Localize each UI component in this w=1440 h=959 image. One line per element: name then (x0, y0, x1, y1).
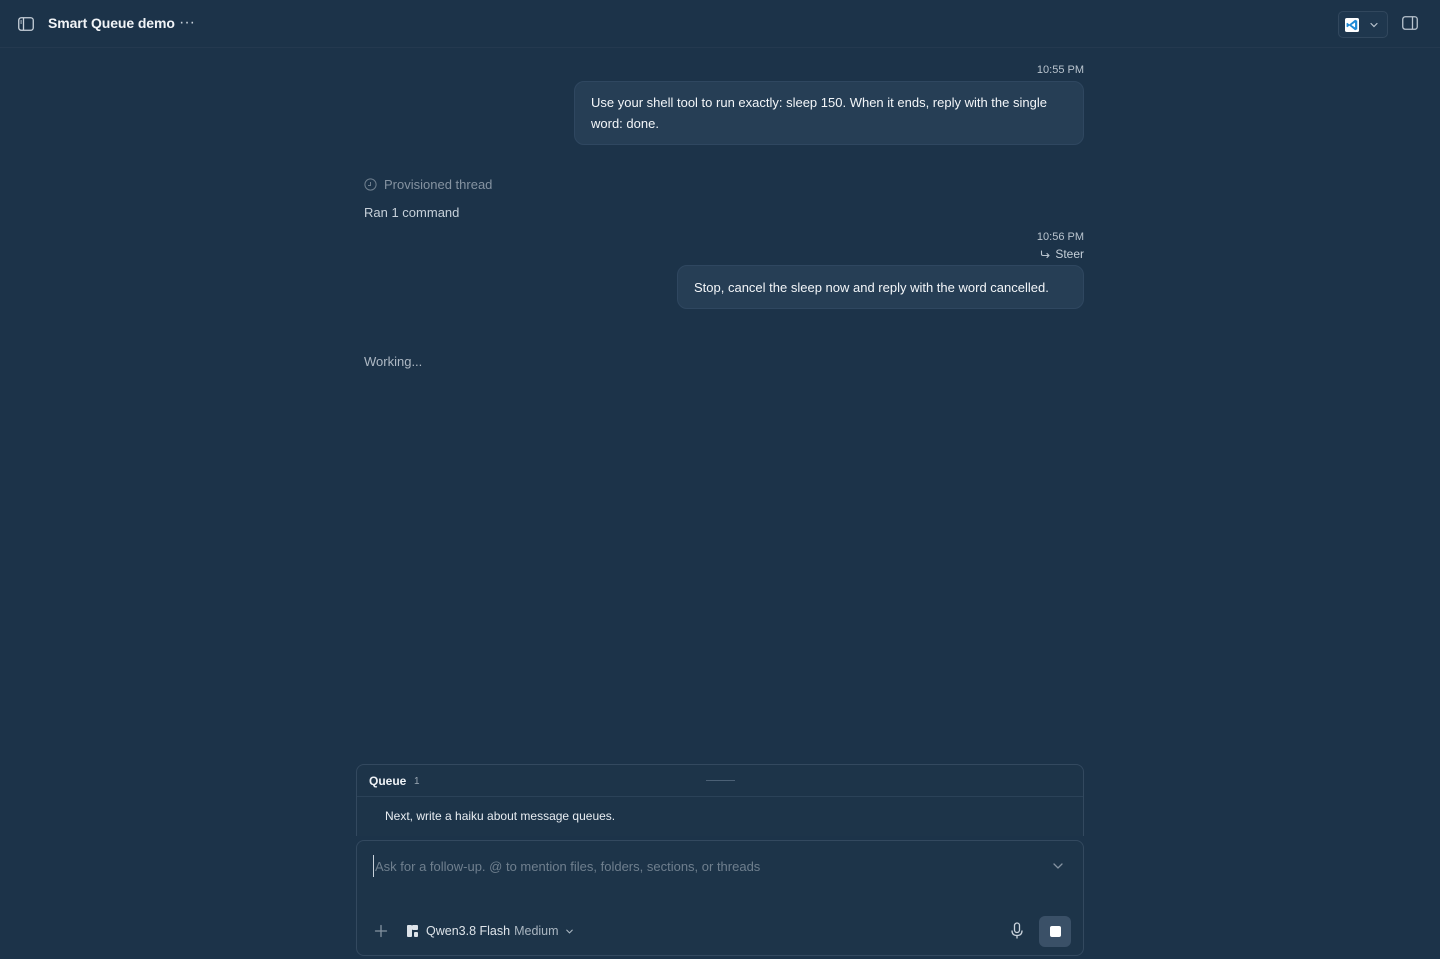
ran-commands-toggle[interactable]: Ran 1 command (364, 205, 459, 220)
follow-up-input[interactable] (373, 855, 1043, 877)
model-icon (407, 925, 418, 937)
message-timestamp: 10:56 PM (1036, 231, 1084, 243)
queue-title: Queue (369, 774, 407, 788)
stop-icon (1049, 926, 1061, 937)
queue-panel: Queue 1 Next, write a haiku about messag… (356, 764, 1084, 836)
title-bar: Smart Queue demo ··· (0, 0, 1440, 48)
queue-item[interactable]: Next, write a haiku about message queues… (357, 798, 1083, 836)
queue-item-text: Next, write a haiku about message queues… (385, 809, 616, 823)
microphone-button[interactable] (1010, 922, 1026, 940)
queue-drag-handle[interactable] (706, 780, 735, 781)
user-message-bubble: Stop, cancel the sleep now and reply wit… (677, 265, 1084, 309)
user-message-bubble: Use your shell tool to run exactly: slee… (574, 81, 1084, 145)
chevron-down-icon (565, 929, 573, 934)
chevron-down-icon (1053, 863, 1063, 869)
expand-composer-button[interactable] (1050, 858, 1066, 874)
right-panel-icon[interactable] (1402, 16, 1418, 32)
queue-header: Queue 1 (357, 765, 1083, 797)
sidebar-toggle-icon[interactable] (17, 16, 35, 32)
clock-icon (364, 177, 377, 191)
message-text: Stop, cancel the sleep now and reply wit… (694, 280, 1049, 295)
queue-count: 1 (414, 776, 420, 787)
steer-tag: Steer (1040, 247, 1084, 261)
stop-button[interactable] (1039, 916, 1071, 947)
add-attachment-button[interactable] (373, 923, 389, 939)
provisioned-thread-status: Provisioned thread (364, 175, 492, 193)
more-options-button[interactable]: ··· (177, 12, 197, 34)
vscode-icon (1345, 17, 1359, 32)
model-picker[interactable]: Qwen3.8 Flash Medium (406, 922, 575, 940)
microphone-icon (1011, 922, 1023, 939)
provisioned-label: Provisioned thread (384, 176, 493, 192)
working-status: Working... (364, 354, 423, 369)
steer-label: Steer (1055, 247, 1084, 261)
steer-arrow-icon (1041, 249, 1050, 258)
plus-icon (374, 924, 388, 938)
message-timestamp: 10:55 PM (1036, 64, 1084, 76)
chevron-down-icon (1370, 22, 1378, 27)
message-text: Use your shell tool to run exactly: slee… (591, 95, 1047, 131)
open-in-editor-button[interactable] (1338, 11, 1388, 38)
composer: Qwen3.8 Flash Medium (356, 840, 1084, 956)
model-level: Medium (514, 924, 559, 938)
model-name: Qwen3.8 Flash (426, 924, 511, 938)
page-title: Smart Queue demo (48, 15, 175, 31)
